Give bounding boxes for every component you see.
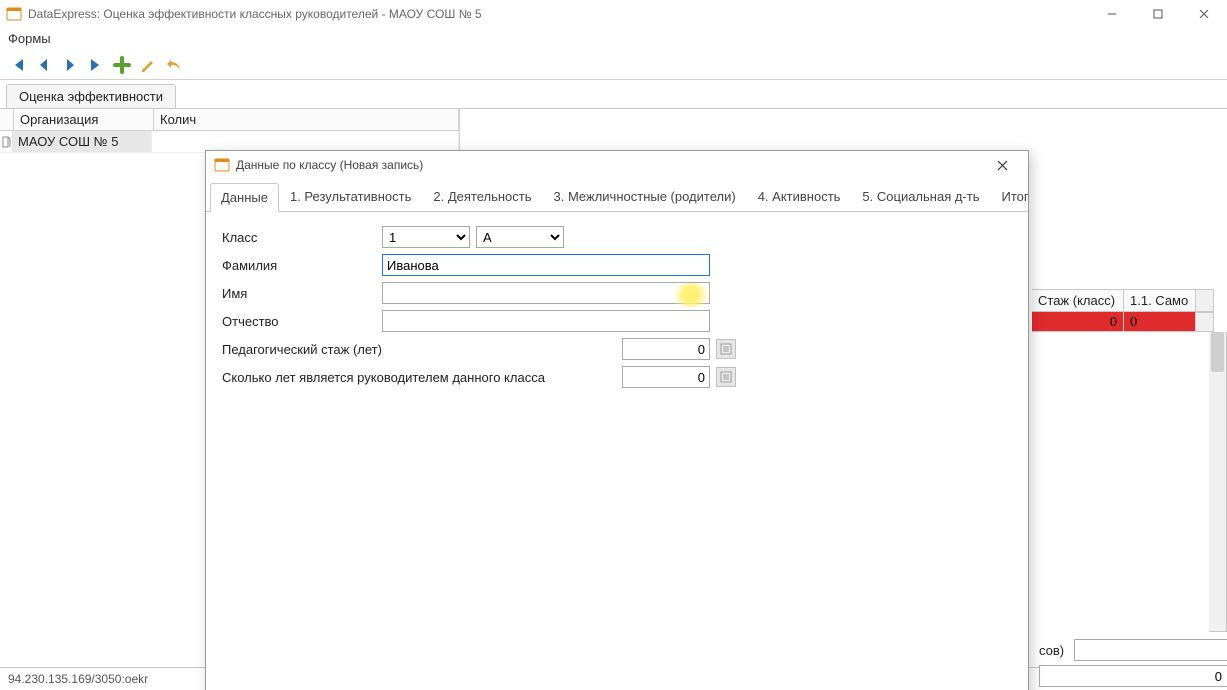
- window-close-button[interactable]: [1181, 0, 1227, 28]
- nav-next-button[interactable]: [58, 53, 82, 77]
- undo-button[interactable]: [162, 53, 186, 77]
- right-grid: Стаж (класс) 1.1. Само 0 0: [1032, 289, 1227, 650]
- window-title: DataExpress: Оценка эффективности классн…: [28, 7, 1089, 21]
- tab-3-interpersonal[interactable]: 3. Межличностные (родители): [543, 182, 747, 211]
- dialog-class-data: Данные по классу (Новая запись) Данные 1…: [205, 150, 1029, 690]
- nav-first-button[interactable]: [6, 53, 30, 77]
- dialog-tabs: Данные 1. Результативность 2. Деятельнос…: [206, 179, 1028, 212]
- calc-ped-experience[interactable]: [716, 339, 736, 359]
- count-input-0[interactable]: [1074, 639, 1227, 661]
- dialog-body: Класс 1 А Фамилия Имя Отчество Педагогич…: [206, 212, 1028, 690]
- cell-quantity: [152, 131, 459, 152]
- cell-stazh: 0: [1032, 312, 1124, 332]
- menu-forms[interactable]: Формы: [8, 31, 51, 46]
- label-class: Класс: [222, 230, 382, 245]
- status-host: 94.230.135.169/3050:oekr: [8, 672, 148, 686]
- left-grid-header: Организация Колич: [0, 109, 459, 131]
- window-titlebar: DataExpress: Оценка эффективности классн…: [0, 0, 1227, 28]
- lower-right-panel: сов): [1039, 639, 1219, 690]
- input-name[interactable]: [382, 282, 710, 304]
- dialog-title: Данные по классу (Новая запись): [236, 158, 984, 172]
- cell-organization: МАОУ СОШ № 5: [12, 131, 152, 152]
- label-class-leader-years: Сколько лет является руководителем данно…: [222, 370, 622, 385]
- nav-last-button[interactable]: [84, 53, 108, 77]
- input-class-leader-years[interactable]: [622, 366, 710, 388]
- window-maximize-button[interactable]: [1135, 0, 1181, 28]
- tab-5-social[interactable]: 5. Социальная д-ть: [851, 182, 990, 211]
- tab-total[interactable]: Итог: [991, 182, 1040, 211]
- dialog-close-button[interactable]: [984, 153, 1020, 177]
- col-organization[interactable]: Организация: [14, 109, 154, 130]
- row-edit-icon: [0, 131, 12, 152]
- right-grid-row[interactable]: 0 0: [1032, 312, 1227, 332]
- main-area: Организация Колич МАОУ СОШ № 5 Стаж (кла…: [0, 109, 1227, 667]
- label-ped-experience: Педагогический стаж (лет): [222, 342, 622, 357]
- input-patronymic[interactable]: [382, 310, 710, 332]
- input-ped-experience[interactable]: [622, 338, 710, 360]
- toolbar: [0, 50, 1227, 80]
- col-1-1-samo[interactable]: 1.1. Само: [1124, 289, 1196, 312]
- count-suffix-label: сов): [1039, 643, 1064, 658]
- tab-data[interactable]: Данные: [210, 183, 279, 212]
- select-class-letter[interactable]: А: [476, 226, 564, 248]
- label-name: Имя: [222, 286, 382, 301]
- col-quantity[interactable]: Колич: [154, 109, 459, 130]
- tab-effectiveness[interactable]: Оценка эффективности: [6, 84, 176, 108]
- vscroll-cell: [1196, 312, 1214, 332]
- cell-11: 0: [1124, 312, 1196, 332]
- dialog-icon: [214, 157, 230, 173]
- main-tab-row: Оценка эффективности: [0, 80, 1227, 109]
- vscroll-head: [1196, 289, 1214, 312]
- add-button[interactable]: [110, 53, 134, 77]
- right-vscrollbar[interactable]: [1209, 332, 1227, 632]
- count-input-1[interactable]: [1039, 665, 1227, 687]
- window-minimize-button[interactable]: [1089, 0, 1135, 28]
- app-icon: [6, 6, 22, 22]
- input-surname[interactable]: [382, 254, 710, 276]
- calc-class-leader-years[interactable]: [716, 367, 736, 387]
- select-class-number[interactable]: 1: [382, 226, 470, 248]
- menubar: Формы: [0, 28, 1227, 50]
- edit-button[interactable]: [136, 53, 160, 77]
- col-stazh-klass[interactable]: Стаж (класс): [1032, 289, 1124, 312]
- tab-2-activity[interactable]: 2. Деятельность: [422, 182, 542, 211]
- dialog-titlebar[interactable]: Данные по классу (Новая запись): [206, 151, 1028, 179]
- label-surname: Фамилия: [222, 258, 382, 273]
- nav-prev-button[interactable]: [32, 53, 56, 77]
- tab-1-results[interactable]: 1. Результативность: [279, 182, 422, 211]
- label-patronymic: Отчество: [222, 314, 382, 329]
- tab-4-activity2[interactable]: 4. Активность: [747, 182, 852, 211]
